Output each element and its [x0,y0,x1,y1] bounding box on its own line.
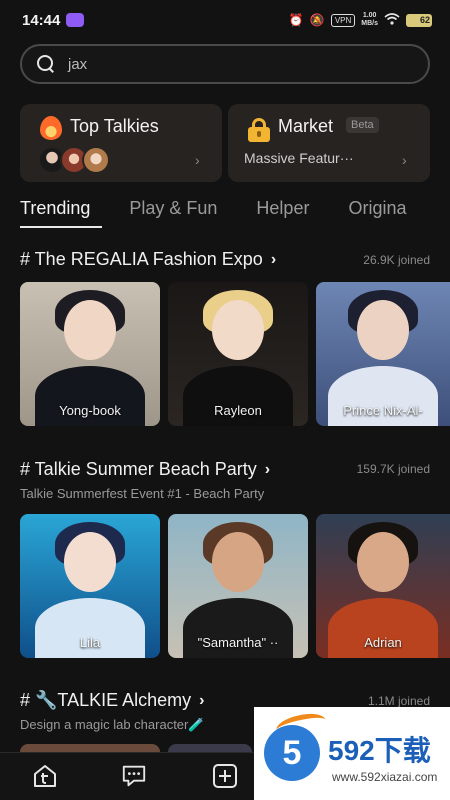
market-title: Market [278,116,334,136]
category-tabs: Trending Play & Fun Helper Origina [20,198,445,228]
section-title-text: # The REGALIA Fashion Expo [20,249,263,269]
tab-helper[interactable]: Helper [256,198,309,228]
avatar [82,146,110,174]
fire-icon [40,116,62,140]
character-name: Rayleon [214,403,262,418]
character-name: Adrian [364,635,402,650]
app-notification-icon [66,13,85,27]
character-card-samantha[interactable]: "Samantha" ·· [168,514,308,658]
network-speed: 1.00 MB/s [361,12,378,28]
top-talkies-avatars [38,146,110,174]
section-subtitle: Talkie Summerfest Event #1 - Beach Party [20,486,265,501]
active-tab-indicator [20,226,102,228]
chevron-right-icon: › [264,460,271,478]
home-icon[interactable] [32,763,58,789]
section-title-text: # 🔧TALKIE Alchemy [20,690,192,710]
character-card-yong-book[interactable]: Yong-book [20,282,160,426]
tab-play-and-fun[interactable]: Play & Fun [129,198,217,228]
section-title-alchemy[interactable]: # 🔧TALKIE Alchemy › [20,690,204,711]
tab-trending[interactable]: Trending [20,198,90,228]
wifi-icon [384,12,400,28]
lock-icon [248,118,270,142]
status-time: 14:44 [22,11,61,29]
character-card-prince-nix[interactable]: Prince Nix-Al- [316,282,450,426]
watermark-digit: 5 [264,725,320,781]
network-speed-unit: MB/s [361,20,378,27]
top-talkies-title: Top Talkies [70,116,159,136]
section-subtitle: Design a magic lab character🧪 [20,717,205,732]
add-icon[interactable] [212,763,238,789]
section-title-beach-party[interactable]: # Talkie Summer Beach Party › [20,459,270,480]
network-speed-value: 1.00 [362,12,377,19]
status-indicators: ⏰ 🔕 VPN 1.00 MB/s 62 [289,12,432,28]
character-card-rayleon[interactable]: Rayleon [168,282,308,426]
section-title-text: # Talkie Summer Beach Party [20,459,257,479]
chevron-right-icon: › [270,250,277,268]
search-icon [36,54,56,74]
chevron-right-icon: › [195,152,200,168]
market-subtitle: Massive Featur··· [244,150,354,166]
status-bar: 14:44 ⏰ 🔕 VPN 1.00 MB/s 62 [0,0,450,40]
battery-icon: 62 [406,13,432,27]
character-name: Prince Nix-Al- [343,403,423,418]
section-title-regalia[interactable]: # The REGALIA Fashion Expo › [20,249,276,270]
market-card[interactable]: Market [228,104,430,182]
section-joined-count: 26.9K joined [363,253,430,267]
chevron-right-icon: › [199,691,205,709]
section-joined-count: 159.7K joined [356,462,430,476]
chevron-right-icon: › [402,152,407,168]
watermark-url: www.592xiazai.com [332,770,438,784]
mute-icon: 🔕 [309,13,325,27]
alarm-icon: ⏰ [288,13,304,27]
search-input-value: jax [68,55,88,73]
section-joined-count: 1.1M joined [367,694,430,708]
character-card-lila[interactable]: Lila [20,514,160,658]
tab-original[interactable]: Origina [348,198,406,228]
search-input[interactable]: jax [20,44,430,84]
beta-badge: Beta [346,117,379,133]
character-card-adrian[interactable]: Adrian [316,514,450,658]
character-name: "Samantha" ·· [197,635,279,650]
character-name: Lila [79,635,101,650]
watermark-brand: 592下载 [328,735,431,766]
chat-icon[interactable] [121,763,147,789]
watermark-logo: 5 592下载 www.592xiazai.com [254,707,450,800]
vpn-badge: VPN [330,13,356,27]
character-name: Yong-book [59,403,121,418]
